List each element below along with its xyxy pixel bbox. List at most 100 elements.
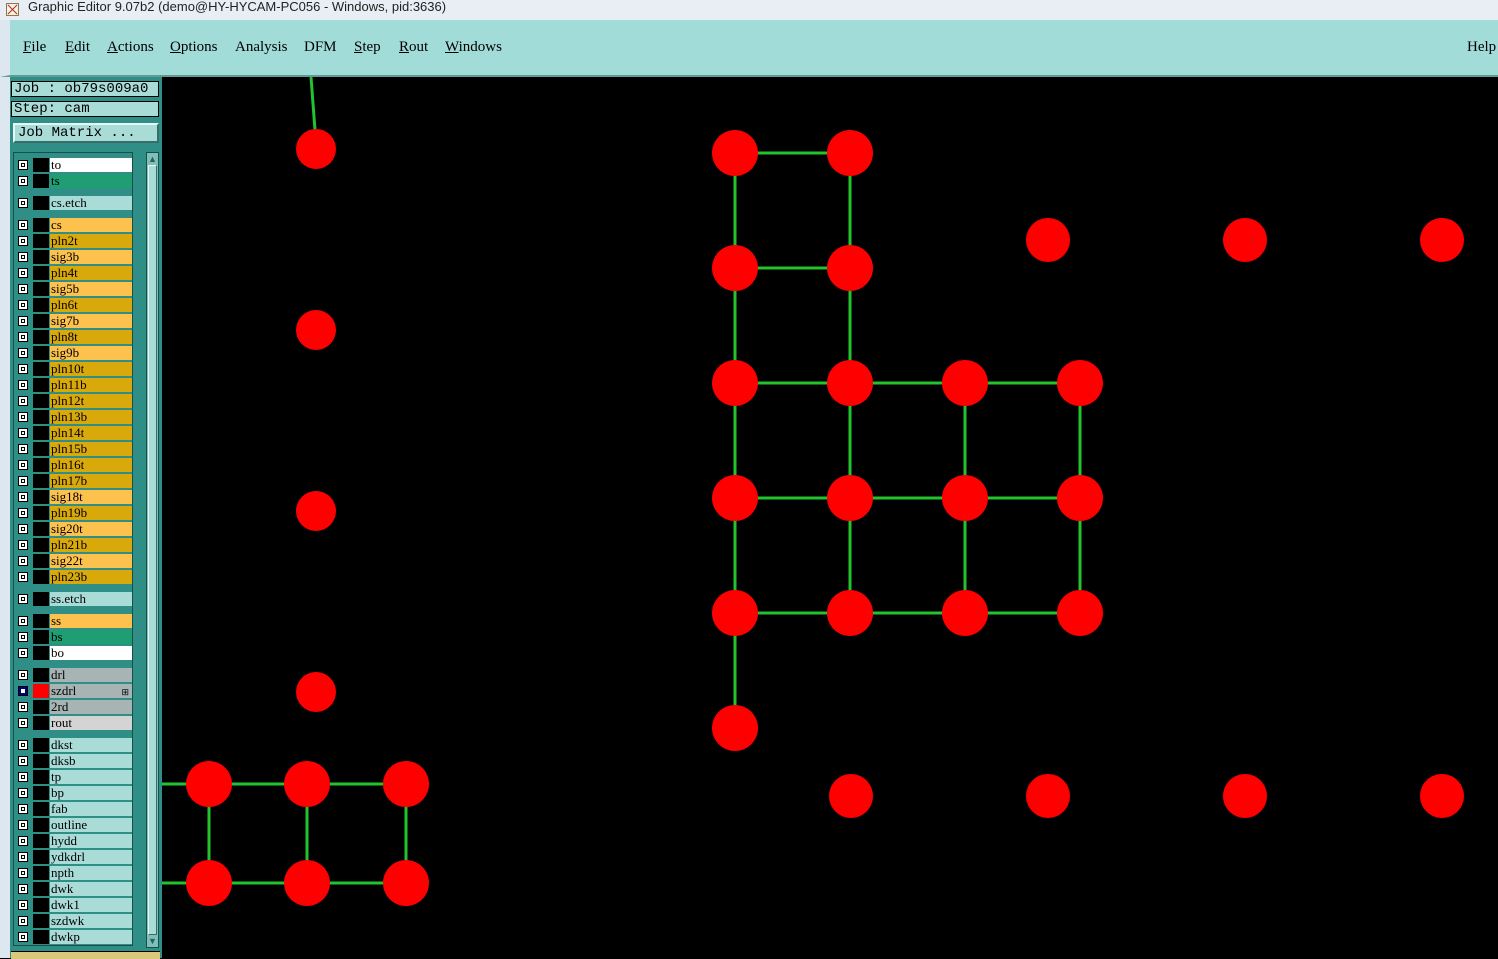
board-drawing[interactable] xyxy=(162,77,1498,958)
pad[interactable] xyxy=(712,705,758,751)
layer-name[interactable]: pln21b xyxy=(50,538,132,552)
layer-checkbox[interactable] xyxy=(18,348,28,358)
menu-analysis[interactable]: Analysis xyxy=(235,39,288,56)
layer-name[interactable]: drl xyxy=(50,668,132,682)
layer-name[interactable]: tp xyxy=(50,770,132,784)
layer-name[interactable]: ss xyxy=(50,614,132,628)
layer-color-swatch[interactable] xyxy=(33,174,49,188)
layer-color-swatch[interactable] xyxy=(33,298,49,312)
pad[interactable] xyxy=(1057,475,1103,521)
layer-name[interactable]: dwk xyxy=(50,882,132,896)
layer-row-sig7b[interactable]: sig7b xyxy=(15,314,132,328)
layer-checkbox[interactable] xyxy=(18,932,28,942)
layer-name[interactable]: pln11b xyxy=(50,378,132,392)
pad[interactable] xyxy=(712,590,758,636)
layer-name[interactable]: cs.etch xyxy=(50,196,132,210)
layer-row-hydd[interactable]: hydd xyxy=(15,834,132,848)
layer-checkbox[interactable] xyxy=(18,836,28,846)
layer-checkbox[interactable] xyxy=(18,756,28,766)
layer-row-sig5b[interactable]: sig5b xyxy=(15,282,132,296)
layer-row-pln12t[interactable]: pln12t xyxy=(15,394,132,408)
layer-color-swatch[interactable] xyxy=(33,866,49,880)
layer-name[interactable]: pln23b xyxy=(50,570,132,584)
layer-checkbox[interactable] xyxy=(18,788,28,798)
layer-name[interactable]: sig3b xyxy=(50,250,132,264)
pad[interactable] xyxy=(712,245,758,291)
pad[interactable] xyxy=(712,475,758,521)
layer-name[interactable]: ss.etch xyxy=(50,592,132,606)
layer-row-szdrl[interactable]: szdrl ⊞ xyxy=(15,684,132,698)
layer-checkbox[interactable] xyxy=(18,284,28,294)
layer-color-swatch[interactable] xyxy=(33,898,49,912)
layer-color-swatch[interactable] xyxy=(33,474,49,488)
layer-checkbox[interactable] xyxy=(18,718,28,728)
pad[interactable] xyxy=(942,590,988,636)
layer-row-pln10t[interactable]: pln10t xyxy=(15,362,132,376)
layer-row-2rd[interactable]: 2rd xyxy=(15,700,132,714)
pad[interactable] xyxy=(383,860,429,906)
layer-checkbox[interactable] xyxy=(18,176,28,186)
menu-windows[interactable]: Windows xyxy=(445,39,502,56)
layer-checkbox[interactable] xyxy=(18,428,28,438)
layer-name[interactable]: dksb xyxy=(50,754,132,768)
pad[interactable] xyxy=(827,475,873,521)
layer-color-swatch[interactable] xyxy=(33,818,49,832)
layer-checkbox[interactable] xyxy=(18,572,28,582)
layer-color-swatch[interactable] xyxy=(33,770,49,784)
layer-row-szdwk[interactable]: szdwk xyxy=(15,914,132,928)
layer-checkbox[interactable] xyxy=(18,670,28,680)
layer-checkbox[interactable] xyxy=(18,820,28,830)
layer-checkbox[interactable] xyxy=(18,236,28,246)
pad[interactable] xyxy=(284,860,330,906)
layer-color-swatch[interactable] xyxy=(33,506,49,520)
layer-checkbox[interactable] xyxy=(18,508,28,518)
pad[interactable] xyxy=(1026,774,1070,818)
layer-row-fab[interactable]: fab xyxy=(15,802,132,816)
layer-checkbox[interactable] xyxy=(18,740,28,750)
layer-checkbox[interactable] xyxy=(18,160,28,170)
layer-name[interactable]: pln15b xyxy=(50,442,132,456)
layer-color-swatch[interactable] xyxy=(33,882,49,896)
layer-name[interactable]: pln16t xyxy=(50,458,132,472)
layer-row-pln8t[interactable]: pln8t xyxy=(15,330,132,344)
layer-name[interactable]: ydkdrl xyxy=(50,850,132,864)
layer-name[interactable]: sig5b xyxy=(50,282,132,296)
pad[interactable] xyxy=(1026,218,1070,262)
pad[interactable] xyxy=(827,360,873,406)
layer-row-bo[interactable]: bo xyxy=(15,646,132,660)
layer-color-swatch[interactable] xyxy=(33,738,49,752)
pad[interactable] xyxy=(712,360,758,406)
pad[interactable] xyxy=(1223,218,1267,262)
layer-color-swatch[interactable] xyxy=(33,554,49,568)
layer-checkbox[interactable] xyxy=(18,702,28,712)
layer-checkbox[interactable] xyxy=(18,316,28,326)
layer-checkbox[interactable] xyxy=(18,686,28,696)
layer-row-sig18t[interactable]: sig18t xyxy=(15,490,132,504)
layer-checkbox[interactable] xyxy=(18,476,28,486)
menu-dfm[interactable]: DFM xyxy=(304,39,337,56)
pad[interactable] xyxy=(827,130,873,176)
layer-name[interactable]: cs xyxy=(50,218,132,232)
layer-checkbox[interactable] xyxy=(18,648,28,658)
layer-color-swatch[interactable] xyxy=(33,362,49,376)
pad[interactable] xyxy=(1057,590,1103,636)
layer-row-bp[interactable]: bp xyxy=(15,786,132,800)
layer-color-swatch[interactable] xyxy=(33,754,49,768)
layer-checkbox[interactable] xyxy=(18,332,28,342)
layer-checkbox[interactable] xyxy=(18,268,28,278)
layer-row-tp[interactable]: tp xyxy=(15,770,132,784)
pad[interactable] xyxy=(942,360,988,406)
layer-name[interactable]: bp xyxy=(50,786,132,800)
layer-row-pln14t[interactable]: pln14t xyxy=(15,426,132,440)
layer-row-pln4t[interactable]: pln4t xyxy=(15,266,132,280)
layer-name[interactable]: to xyxy=(50,158,132,172)
layer-row-sig9b[interactable]: sig9b xyxy=(15,346,132,360)
layer-row-sig20t[interactable]: sig20t xyxy=(15,522,132,536)
graphic-canvas[interactable] xyxy=(162,77,1498,958)
layer-row-ss-etch[interactable]: ss.etch xyxy=(15,592,132,606)
layer-color-swatch[interactable] xyxy=(33,630,49,644)
layer-row-pln23b[interactable]: pln23b xyxy=(15,570,132,584)
layer-color-swatch[interactable] xyxy=(33,330,49,344)
layer-checkbox[interactable] xyxy=(18,412,28,422)
layer-checkbox[interactable] xyxy=(18,804,28,814)
